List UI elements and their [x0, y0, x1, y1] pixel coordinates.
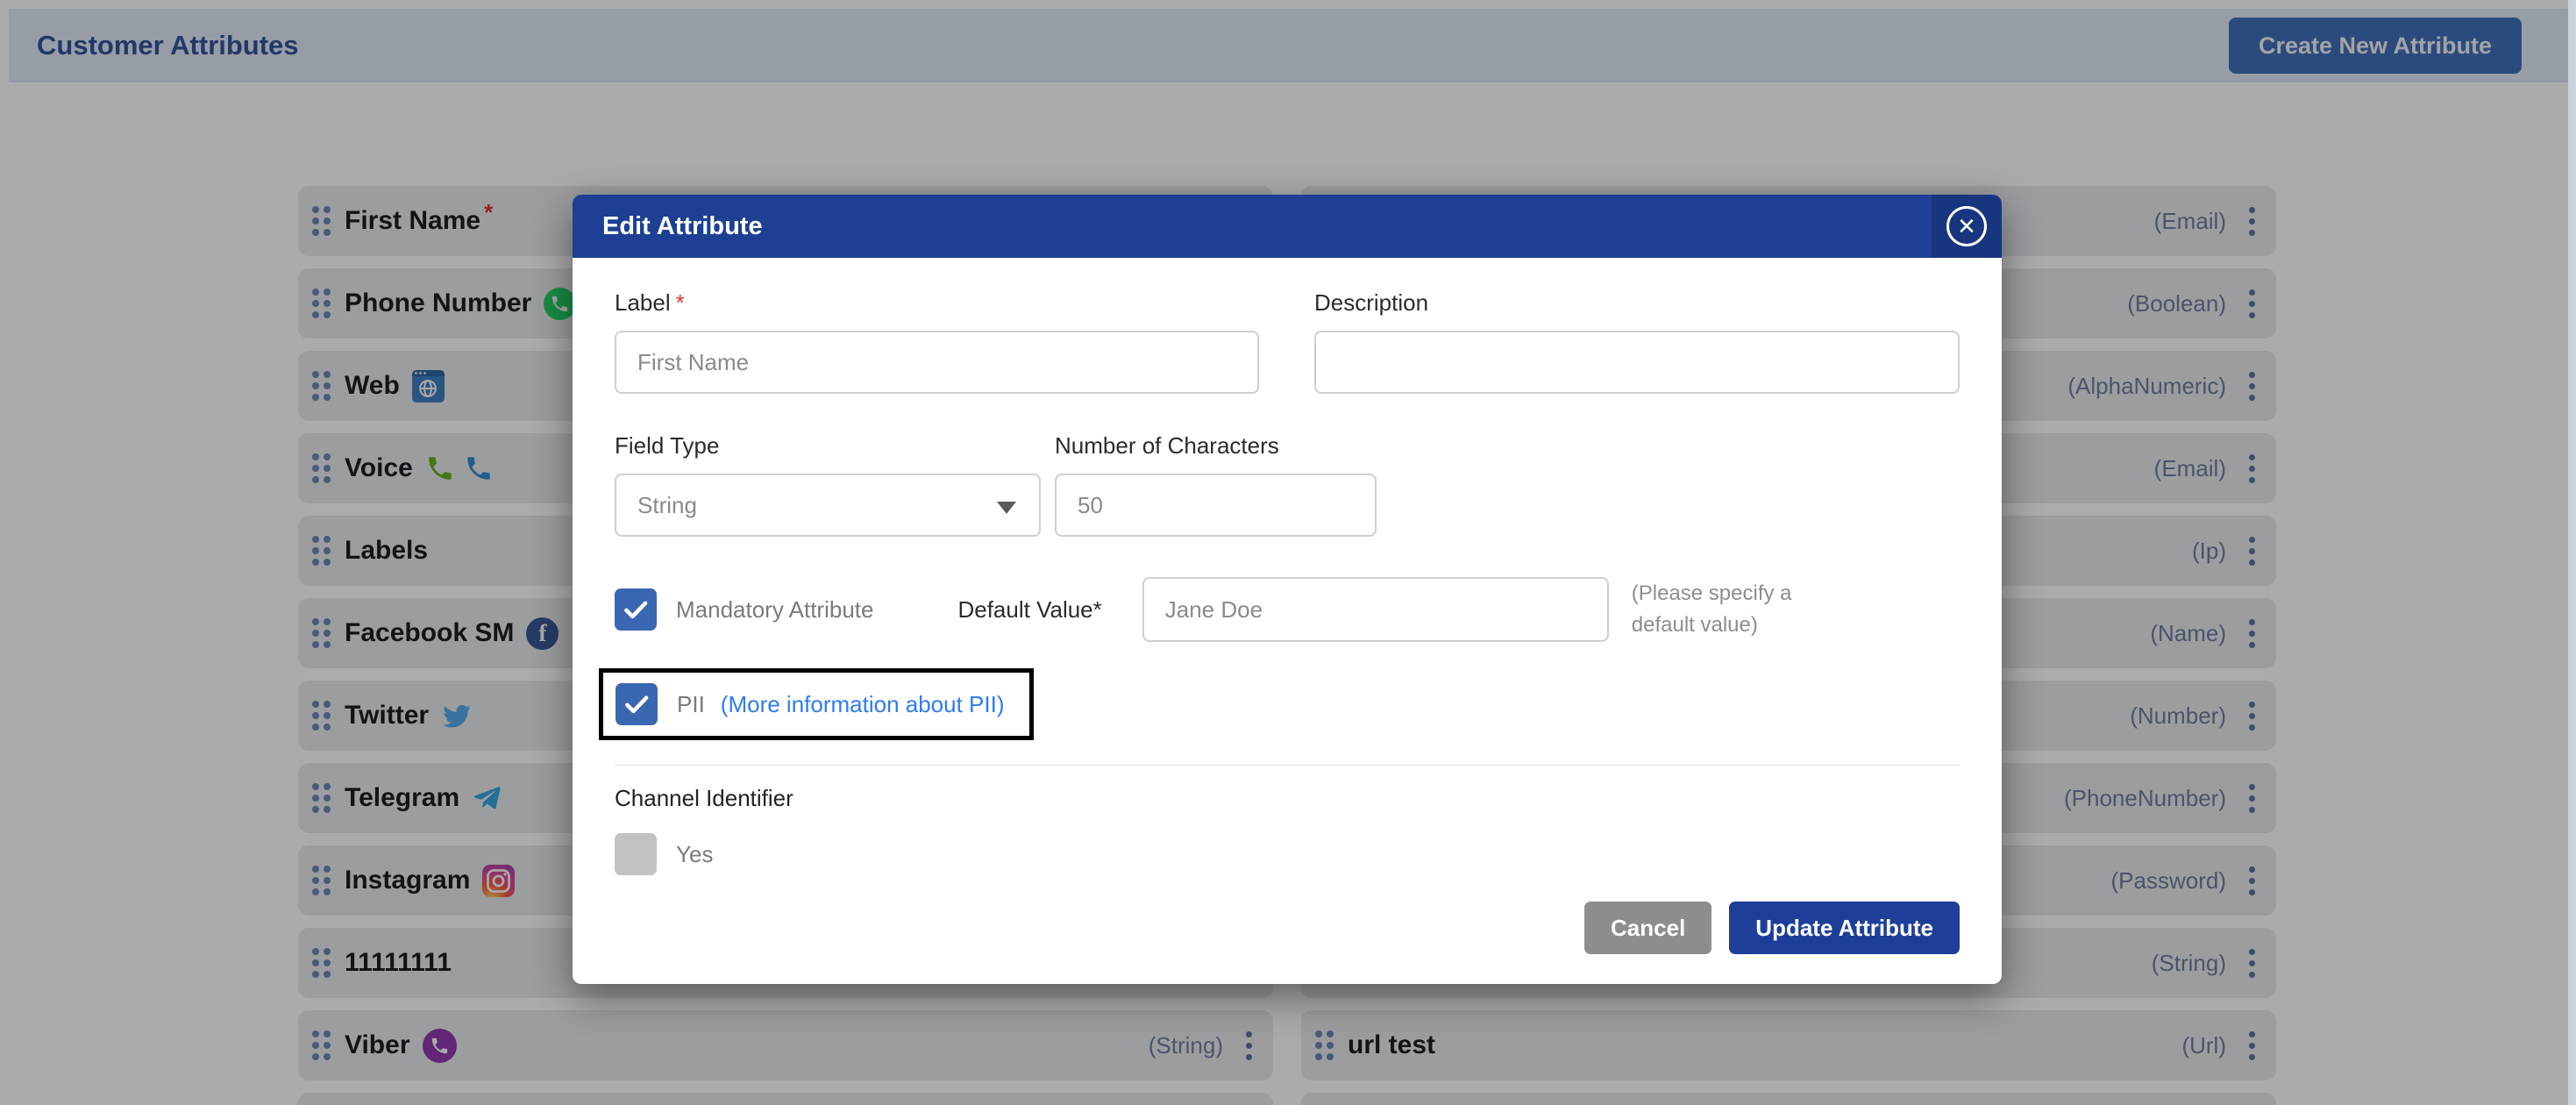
mandatory-attribute-label: Mandatory Attribute	[676, 596, 873, 624]
label-field-label: Label*	[615, 289, 1259, 317]
label-input[interactable]	[615, 331, 1259, 394]
pii-checkbox[interactable]	[616, 683, 658, 725]
description-field-label: Description	[1314, 289, 1960, 317]
field-type-value: String	[637, 492, 697, 519]
pii-highlight-box: PII (More information about PII)	[599, 668, 1034, 740]
modal-body: Label* Description Field Type String	[573, 258, 2002, 954]
default-value-label: Default Value*	[957, 596, 1101, 624]
mandatory-attribute-checkbox[interactable]	[615, 588, 657, 631]
default-value-hint: (Please specify a default value)	[1632, 578, 1851, 641]
channel-identifier-option-label: Yes	[676, 841, 713, 868]
channel-identifier-checkbox[interactable]	[615, 833, 657, 875]
page-scrollbar[interactable]	[2568, 0, 2576, 1105]
check-icon	[621, 595, 651, 624]
required-asterisk: *	[676, 289, 685, 316]
num-characters-input[interactable]	[1055, 474, 1377, 537]
cancel-button[interactable]: Cancel	[1584, 902, 1711, 954]
description-input[interactable]	[1314, 331, 1960, 394]
num-characters-label: Number of Characters	[1055, 432, 1377, 460]
modal-close-button[interactable]: ✕	[1932, 195, 2002, 258]
default-value-input[interactable]	[1142, 577, 1609, 642]
channel-identifier-label: Channel Identifier	[615, 785, 1960, 812]
edit-attribute-modal: Edit Attribute ✕ Label* Description	[573, 195, 2002, 984]
section-divider	[615, 765, 1960, 766]
customer-attributes-page: Customer Attributes Create New Attribute…	[0, 0, 2576, 1105]
pii-label: PII	[677, 691, 705, 718]
required-asterisk: *	[1093, 596, 1102, 623]
close-icon: ✕	[1946, 206, 1987, 246]
update-attribute-button[interactable]: Update Attribute	[1729, 902, 1960, 954]
pii-info-link[interactable]: (More information about PII)	[721, 691, 1005, 718]
modal-title: Edit Attribute	[602, 212, 763, 241]
check-icon	[622, 689, 651, 719]
field-type-label: Field Type	[615, 432, 1041, 460]
field-type-select[interactable]: String	[615, 474, 1041, 537]
modal-header: Edit Attribute ✕	[573, 195, 2002, 258]
